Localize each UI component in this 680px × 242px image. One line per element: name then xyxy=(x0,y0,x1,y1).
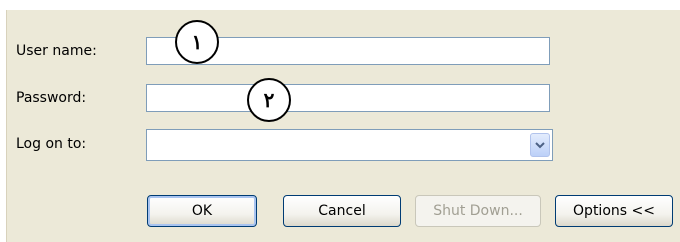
cancel-button-label: Cancel xyxy=(318,203,366,219)
username-label: User name: xyxy=(16,43,97,59)
shutdown-button: Shut Down... xyxy=(415,195,541,227)
callout-two-text: ٢ xyxy=(263,88,275,112)
callout-one-text: ١ xyxy=(191,30,203,54)
password-label: Password: xyxy=(16,90,86,106)
callout-two: ٢ xyxy=(247,78,291,122)
options-button[interactable]: Options << xyxy=(555,195,673,227)
chevron-down-icon[interactable] xyxy=(530,133,550,157)
logon-label: Log on to: xyxy=(16,136,86,152)
ok-button-label: OK xyxy=(191,203,213,219)
shutdown-button-label: Shut Down... xyxy=(433,203,523,219)
options-button-label: Options << xyxy=(573,203,655,219)
callout-one: ١ xyxy=(175,20,219,64)
username-label-text: User name: xyxy=(16,43,97,59)
logon-label-text: Log on to: xyxy=(16,136,87,152)
logon-select[interactable] xyxy=(146,129,553,161)
cancel-button[interactable]: Cancel xyxy=(283,195,401,227)
ok-button[interactable]: OK xyxy=(147,195,257,227)
password-label-text: Password: xyxy=(16,90,87,106)
password-field[interactable] xyxy=(146,84,550,112)
